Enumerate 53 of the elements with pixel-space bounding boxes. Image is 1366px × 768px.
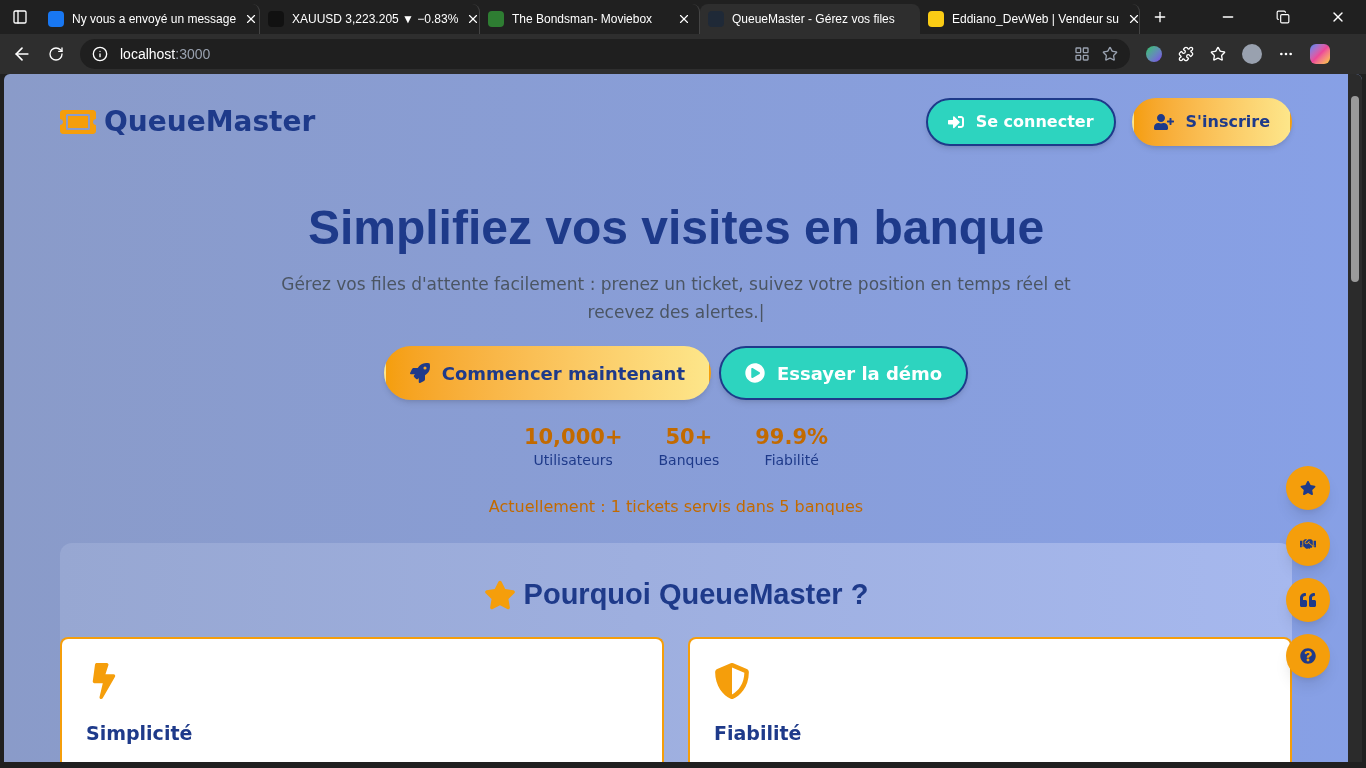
handshake-icon [1300, 536, 1316, 552]
restore-icon[interactable] [1276, 10, 1290, 24]
floating-button[interactable] [1286, 522, 1330, 566]
user-plus-icon [1153, 112, 1174, 132]
stat-value: 99.9% [755, 424, 829, 451]
floating-button[interactable] [1286, 466, 1330, 510]
tab-title: XAUUSD 3,223.205 ▼ −0.83% [292, 11, 459, 28]
close-icon[interactable] [677, 12, 691, 26]
favicon-icon [488, 11, 504, 27]
hero-subtitle: Gérez vos files d'attente facilement : prenez un ticket, suivez votre position en temps réel et recevez des alertes.| [280, 273, 1072, 324]
play-icon [745, 363, 765, 383]
new-tab-icon[interactable] [1152, 9, 1168, 25]
primary-button[interactable]: S'inscrire [1131, 98, 1292, 146]
sign-in-icon [947, 114, 964, 130]
scrollbar-thumb[interactable] [1351, 96, 1359, 282]
feature-title: Simplicité [86, 720, 194, 746]
tab-title: The Bondsman- Moviebox [512, 11, 654, 28]
quote-icon [1300, 592, 1316, 608]
tab-title: Eddiano_DevWeb | Vendeur su [952, 11, 1119, 28]
help-icon [1300, 648, 1316, 664]
url-text: localhost:3000 [120, 44, 212, 64]
tab-title: Ny vous a envoyé un message [72, 11, 237, 28]
rocket-icon [409, 363, 430, 383]
floating-button[interactable] [1286, 578, 1330, 622]
close-icon[interactable] [1127, 12, 1141, 26]
features-title: Pourquoi QueueMaster ? [523, 577, 869, 613]
stat-label: Banques [658, 451, 720, 471]
shield-icon [714, 662, 750, 699]
reload-icon[interactable] [48, 46, 64, 62]
primary-button[interactable]: Commencer maintenant [383, 346, 711, 400]
favicon-icon [48, 11, 64, 27]
stat-label: Fiabilité [764, 451, 819, 471]
favorite-icon[interactable] [1102, 46, 1118, 62]
puzzle-icon[interactable] [1178, 46, 1194, 62]
browser-tab[interactable]: QueueMaster - Gérez vos files [700, 4, 920, 34]
live-status: Actuellement : 1 tickets servis dans 5 banques [487, 496, 865, 519]
hero-title: Simplifiez vos visites en banque [306, 200, 1046, 256]
address-bar[interactable]: localhost:3000 [80, 39, 1130, 69]
stat-value: 10,000+ [523, 424, 623, 451]
favorites-icon[interactable] [1210, 46, 1226, 62]
tab-title: QueueMaster - Gérez vos files [732, 11, 896, 28]
floating-button[interactable] [1286, 634, 1330, 678]
favicon-icon [928, 11, 944, 27]
star-icon [483, 579, 516, 611]
stat-label: Utilisateurs [533, 451, 613, 471]
info-icon [92, 46, 108, 62]
sidebar-icon[interactable] [12, 9, 28, 25]
logo-text[interactable]: QueueMaster [104, 101, 316, 143]
avatar-icon[interactable] [1242, 44, 1262, 64]
stat-value: 50+ [665, 424, 713, 451]
star-icon [1300, 480, 1316, 496]
feature-title: Fiabilité [714, 720, 803, 746]
grid-icon[interactable] [1074, 46, 1090, 62]
